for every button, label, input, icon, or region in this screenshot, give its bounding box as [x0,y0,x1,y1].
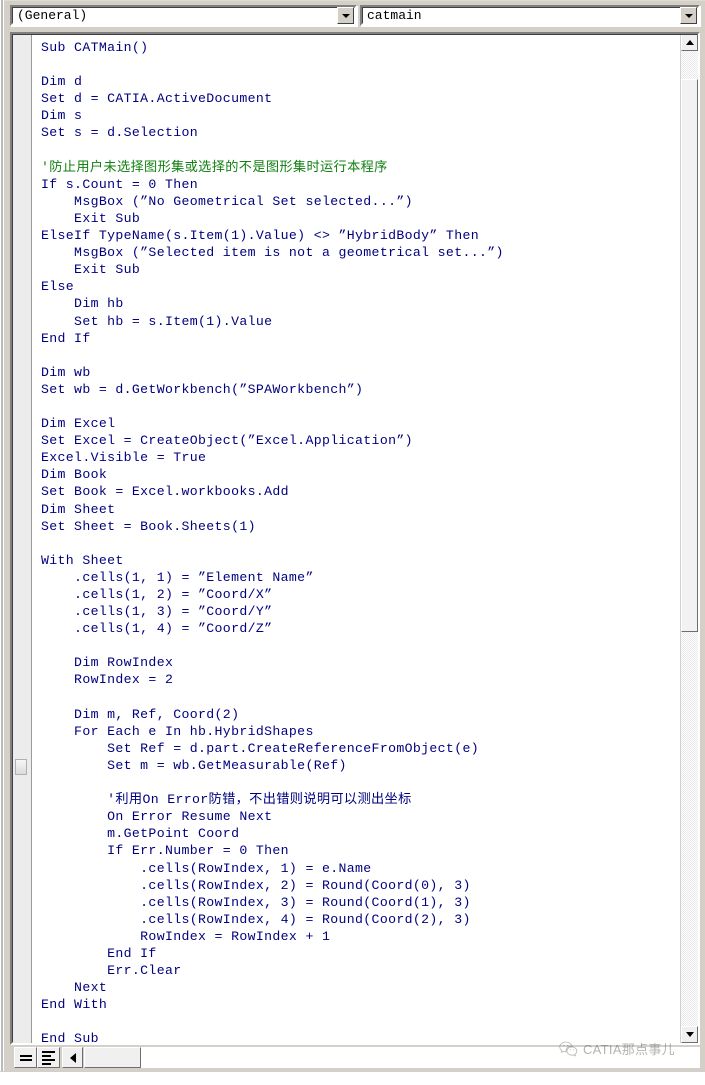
full-module-view-icon [42,1049,55,1067]
code-pane: Sub CATMain() Dim d Set d = CATIA.Active… [10,32,700,1045]
object-combo[interactable]: (General) [10,5,357,26]
code-text-area[interactable]: Sub CATMain() Dim d Set d = CATIA.Active… [33,34,680,1043]
chevron-down-icon[interactable] [337,7,354,24]
procedure-view-button[interactable] [14,1047,37,1068]
procedure-view-icon [19,1053,32,1063]
margin-indicator-mark [15,759,27,775]
vertical-scrollbar-thumb[interactable] [681,79,698,632]
full-module-view-button[interactable] [37,1047,60,1068]
vertical-scrollbar[interactable] [680,34,698,1043]
horizontal-scrollbar-track[interactable] [141,1047,700,1068]
triangle-left-icon[interactable] [62,1047,83,1068]
editor-combo-bar: (General) catmain [2,1,705,30]
chevron-down-icon[interactable] [680,7,697,24]
procedure-combo-value: catmain [367,8,422,23]
triangle-up-icon[interactable] [681,34,698,51]
object-combo-value: (General) [17,8,88,23]
margin-indicator-bar[interactable] [12,34,32,1043]
procedure-combo[interactable]: catmain [360,5,700,26]
window-bottom-edge [0,1071,705,1085]
code-listing[interactable]: Sub CATMain() Dim d Set d = CATIA.Active… [41,39,680,1043]
editor-bottom-bar [10,1047,700,1069]
window-left-edge [0,0,4,1085]
triangle-down-icon[interactable] [681,1026,698,1043]
vba-code-window: (General) catmain Sub CATMain() Dim d Se… [0,0,705,1085]
horizontal-scrollbar-thumb[interactable] [84,1047,141,1068]
